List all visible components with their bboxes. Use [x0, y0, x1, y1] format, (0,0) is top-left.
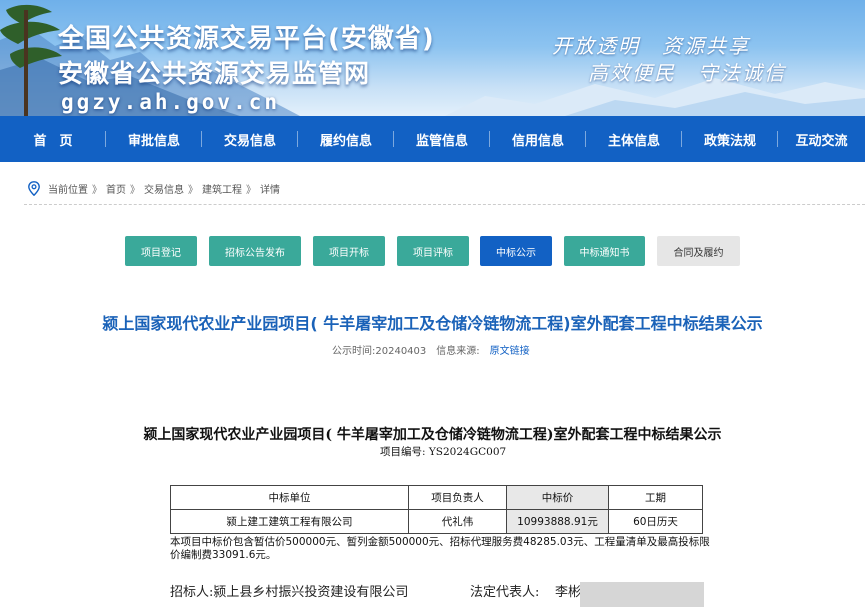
- site-domain: ggzy.ah.gov.cn: [61, 90, 281, 114]
- breadcrumb-current-label: 当前位置: [48, 185, 88, 196]
- tenderer-line: 招标人:颍上县乡村振兴投资建设有限公司 法定代表人: 李彬: [170, 581, 581, 600]
- nav-item-credit[interactable]: 信用信息: [490, 116, 586, 162]
- nav-item-supervision[interactable]: 监管信息: [394, 116, 490, 162]
- slogan: 守法诚信: [698, 61, 786, 85]
- main-nav: 首 页 审批信息 交易信息 履约信息 监管信息 信用信息 主体信息 政策法规 互…: [0, 116, 865, 162]
- location-pin-icon: [28, 181, 40, 196]
- slogan: 资源共享: [662, 34, 750, 58]
- nav-item-policy[interactable]: 政策法规: [682, 116, 778, 162]
- step-award-publicity[interactable]: 中标公示: [480, 236, 552, 266]
- project-code: 项目编号: YS2024GC007: [380, 446, 507, 458]
- breadcrumb-separator: 》: [130, 185, 140, 196]
- table-cell-manager: 代礼伟: [408, 509, 507, 534]
- breadcrumb-separator: 》: [188, 185, 198, 196]
- table-header-row: 中标单位 项目负责人 中标价 工期: [170, 485, 703, 510]
- site-title-main: 全国公共资源交易平台(安徽省): [58, 24, 435, 54]
- site-title-sub: 安徽省公共资源交易监管网: [58, 59, 371, 88]
- redaction-block: [580, 582, 704, 607]
- award-table: 中标单位 项目负责人 中标价 工期 颍上建工建筑工程有限公司 代礼伟 10993…: [170, 485, 703, 534]
- step-bid-opening[interactable]: 项目开标: [313, 236, 385, 266]
- breadcrumb-divider: [24, 204, 865, 205]
- article-title: 颍上国家现代农业产业园项目( 牛羊屠宰加工及仓储冷链物流工程)室外配套工程中标结…: [102, 314, 763, 333]
- table-header-cell: 中标价: [506, 485, 609, 510]
- tenderer-label: 招标人:: [170, 585, 214, 600]
- publish-date: 20240403: [375, 346, 427, 357]
- site-banner: 全国公共资源交易平台(安徽省) 安徽省公共资源交易监管网 ggzy.ah.gov…: [0, 0, 865, 116]
- article-meta: 公示时间:20240403 信息来源: 原文链接: [332, 342, 530, 357]
- step-award-notice[interactable]: 中标通知书: [564, 236, 645, 266]
- publish-time-label: 公示时间:: [332, 346, 376, 357]
- legal-rep-name: 李彬: [555, 585, 582, 600]
- nav-item-performance[interactable]: 履约信息: [298, 116, 394, 162]
- step-bid-evaluation[interactable]: 项目评标: [397, 236, 469, 266]
- breadcrumb: 当前位置 》 首页 》 交易信息 》 建筑工程 》 详情: [28, 181, 280, 196]
- slogan-row-1: 开放透明 资源共享: [552, 30, 772, 59]
- step-contract-performance[interactable]: 合同及履约: [657, 236, 740, 266]
- nav-item-approval[interactable]: 审批信息: [106, 116, 202, 162]
- slogan-row-2: 高效便民 守法诚信: [588, 57, 808, 86]
- table-cell-duration: 60日历天: [608, 509, 703, 534]
- breadcrumb-construction[interactable]: 建筑工程: [202, 181, 242, 196]
- table-header-cell: 中标单位: [170, 485, 409, 510]
- breadcrumb-separator: 》: [92, 185, 102, 196]
- breadcrumb-trade[interactable]: 交易信息: [144, 181, 184, 196]
- source-link[interactable]: 原文链接: [490, 346, 530, 357]
- table-header-cell: 工期: [608, 485, 703, 510]
- source-label: 信息来源:: [436, 346, 480, 357]
- process-steps: 项目登记 招标公告发布 项目开标 项目评标 中标公示 中标通知书 合同及履约: [0, 236, 865, 266]
- document-title: 颍上国家现代农业产业园项目( 牛羊屠宰加工及仓储冷链物流工程)室外配套工程中标结…: [143, 427, 722, 443]
- step-tender-notice[interactable]: 招标公告发布: [209, 236, 301, 266]
- breadcrumb-detail: 详情: [260, 185, 280, 196]
- slogan: 高效便民: [588, 61, 676, 85]
- breadcrumb-home[interactable]: 首页: [106, 181, 126, 196]
- price-note: 本项目中标价包含暂估价500000元、暂列金额500000元、招标代理服务费48…: [170, 536, 710, 561]
- table-cell-price: 10993888.91元: [506, 509, 609, 534]
- nav-item-interaction[interactable]: 互动交流: [778, 116, 865, 162]
- nav-item-trade[interactable]: 交易信息: [202, 116, 298, 162]
- slogan: 开放透明: [552, 34, 640, 58]
- step-project-registration[interactable]: 项目登记: [125, 236, 197, 266]
- tenderer-name: 颍上县乡村振兴投资建设有限公司: [213, 585, 409, 600]
- legal-rep-label: 法定代表人:: [470, 585, 540, 600]
- table-row: 颍上建工建筑工程有限公司 代礼伟 10993888.91元 60日历天: [170, 509, 703, 534]
- table-cell-winner: 颍上建工建筑工程有限公司: [170, 509, 409, 534]
- table-header-cell: 项目负责人: [408, 485, 507, 510]
- nav-item-home[interactable]: 首 页: [0, 116, 106, 162]
- breadcrumb-separator: 》: [246, 185, 256, 196]
- nav-item-entity[interactable]: 主体信息: [586, 116, 682, 162]
